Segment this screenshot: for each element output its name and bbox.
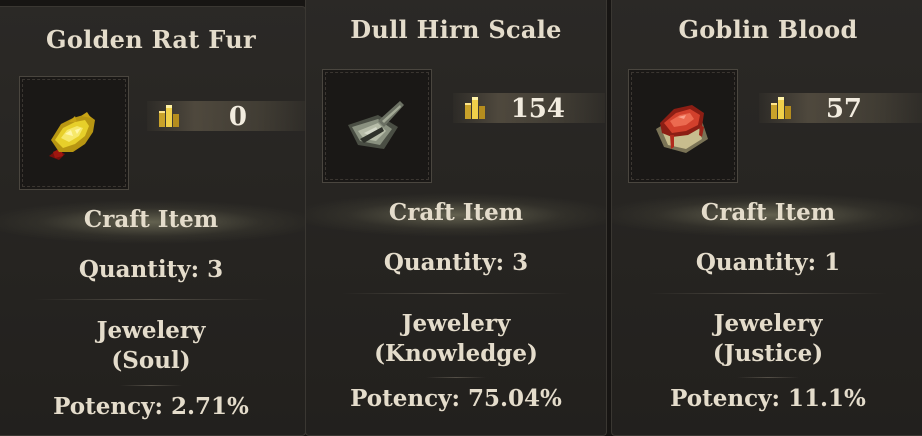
divider <box>426 377 486 378</box>
divider <box>33 299 269 300</box>
item-use-line2: (Soul) <box>111 347 191 374</box>
value-bar: 57 <box>759 93 922 124</box>
item-icon-slot[interactable] <box>628 69 738 183</box>
item-potency: Potency: 75.04% <box>350 385 562 412</box>
value-bar: 154 <box>453 93 605 124</box>
item-value: 57 <box>825 94 862 124</box>
item-use-line1: Jewelery <box>401 310 511 337</box>
coin-stack-icon <box>159 105 179 127</box>
item-potency: Potency: 2.71% <box>53 393 249 420</box>
item-use-line1: Jewelery <box>96 317 206 344</box>
item-value: 154 <box>510 94 565 124</box>
item-title: Goblin Blood <box>678 15 858 44</box>
item-card-golden-rat-fur[interactable]: Golden Rat Fur 0 Craft Item Quantity: 3 … <box>0 6 306 436</box>
item-title: Golden Rat Fur <box>46 25 256 54</box>
item-icon-slot[interactable] <box>322 69 432 183</box>
coin-stack-icon <box>465 97 485 119</box>
item-use-line2: (Justice) <box>712 340 824 367</box>
divider <box>342 293 570 294</box>
item-quantity: Quantity: 3 <box>383 249 529 276</box>
item-quantity: Quantity: 3 <box>78 256 224 283</box>
dull-hirn-scale-icon <box>348 101 404 149</box>
item-category: Craft Item <box>83 206 219 233</box>
item-category: Craft Item <box>700 199 836 226</box>
item-card-goblin-blood[interactable]: Goblin Blood 57 Craft Item Quantity: 1 J… <box>611 0 922 436</box>
golden-rat-fur-icon <box>49 112 95 160</box>
item-quantity: Quantity: 1 <box>695 249 841 276</box>
divider <box>649 293 887 294</box>
item-title: Dull Hirn Scale <box>350 15 562 44</box>
item-use-line2: (Knowledge) <box>374 340 538 367</box>
item-value: 0 <box>228 102 247 132</box>
divider <box>120 385 182 386</box>
value-bar: 0 <box>147 101 305 132</box>
category-bar: Craft Item <box>612 193 922 237</box>
category-bar: Craft Item <box>306 193 606 237</box>
coin-stack-icon <box>771 97 791 119</box>
divider <box>736 377 800 378</box>
item-use-line1: Jewelery <box>713 310 823 337</box>
item-category: Craft Item <box>388 199 524 226</box>
item-card-dull-hirn-scale[interactable]: Dull Hirn Scale 154 Craft Item Quantity:… <box>305 0 607 436</box>
goblin-blood-icon <box>656 105 708 153</box>
item-potency: Potency: 11.1% <box>670 385 866 412</box>
category-bar: Craft Item <box>0 200 305 244</box>
item-icon-slot[interactable] <box>19 76 129 190</box>
